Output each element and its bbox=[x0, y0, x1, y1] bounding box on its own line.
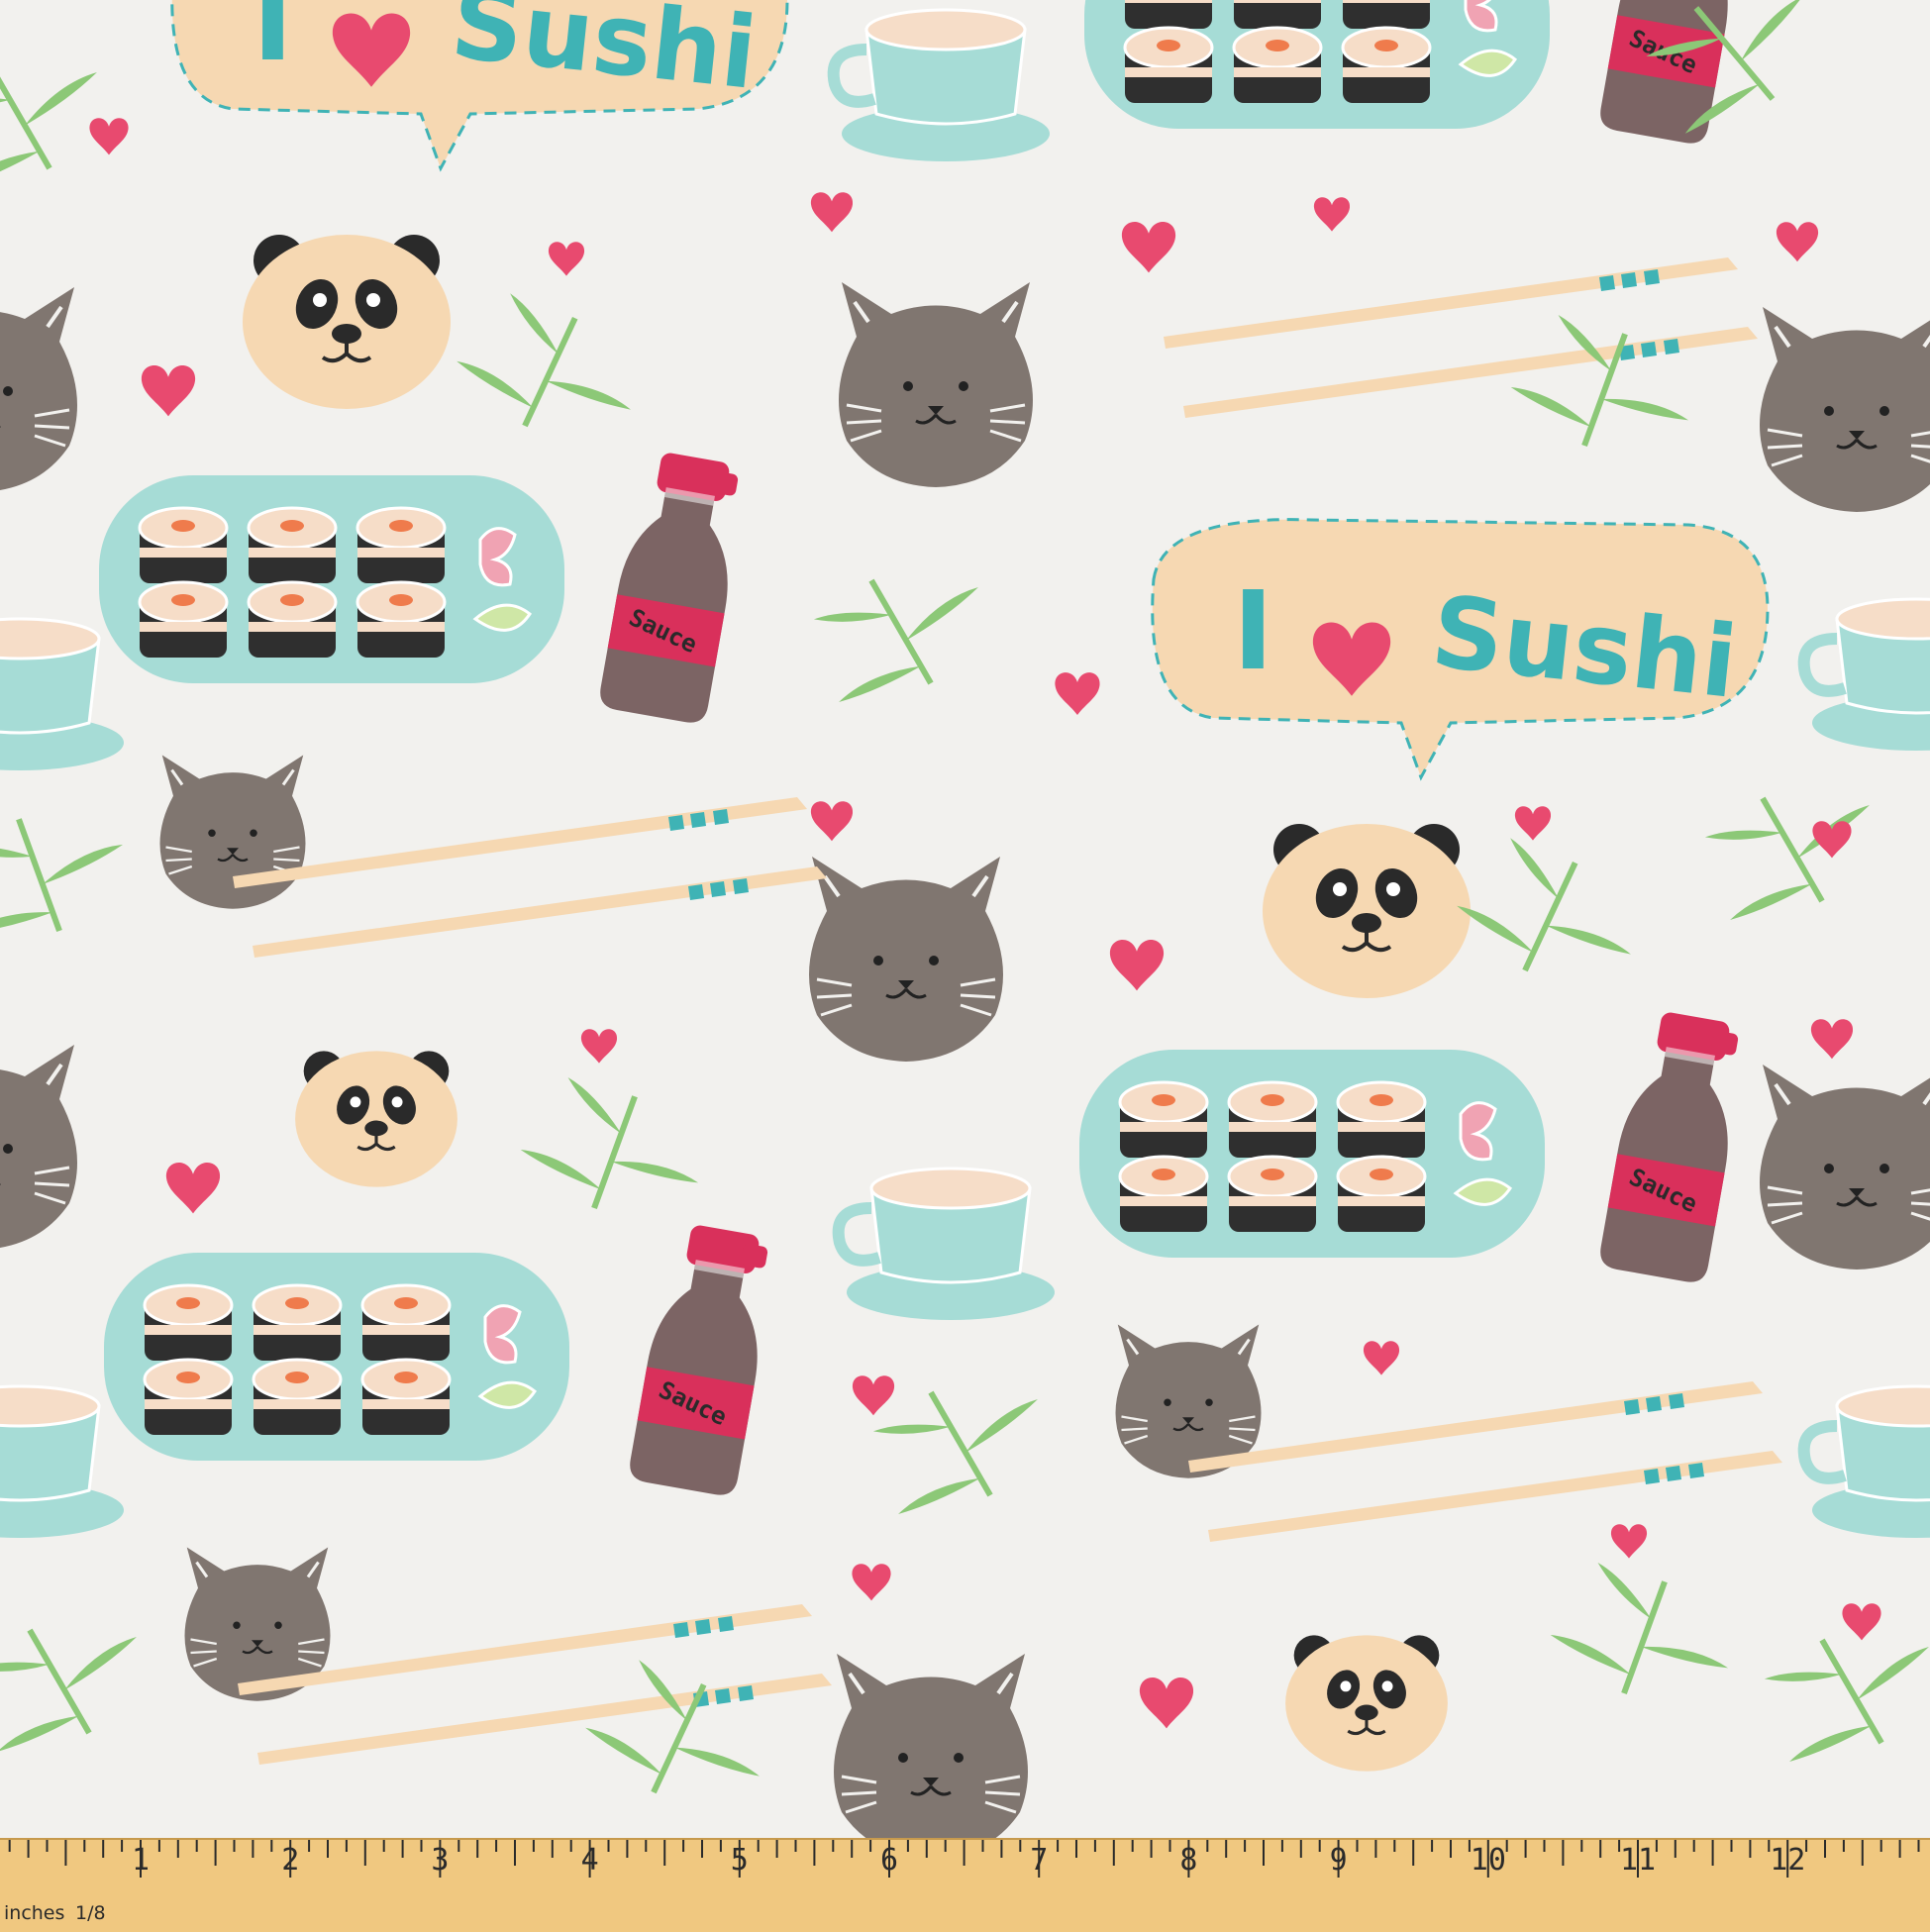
sushi-plate-icon bbox=[104, 1253, 569, 1461]
cat-face-icon bbox=[832, 1652, 1030, 1838]
heart-icon bbox=[1313, 197, 1351, 232]
bamboo-leaf-icon bbox=[1685, 754, 1899, 946]
tea-cup-icon bbox=[834, 10, 1050, 161]
ruler-number: 3 bbox=[431, 1843, 449, 1878]
ruler-number: 7 bbox=[1030, 1843, 1048, 1878]
ruler-number: 9 bbox=[1330, 1843, 1348, 1878]
tea-cup-icon bbox=[0, 619, 124, 770]
heart-icon bbox=[580, 1029, 618, 1064]
heart-icon bbox=[810, 801, 854, 842]
ruler-number: 12 bbox=[1770, 1843, 1805, 1878]
sauce-bottle-icon: Sauce bbox=[1597, 1007, 1751, 1285]
ruler-number: 2 bbox=[281, 1843, 299, 1878]
tea-cup-icon bbox=[0, 1386, 124, 1538]
heart-icon bbox=[1514, 806, 1552, 841]
ruler-unit-label: inches bbox=[4, 1902, 64, 1924]
heart-icon bbox=[1842, 1603, 1881, 1641]
bamboo-leaf-icon bbox=[1540, 1551, 1748, 1723]
bamboo-leaf-icon bbox=[510, 1066, 718, 1238]
ruler-number: 5 bbox=[731, 1843, 749, 1878]
cat-face-icon bbox=[1758, 305, 1930, 514]
bamboo-leaf-icon bbox=[1745, 1595, 1930, 1787]
sauce-bottle-icon: Sauce bbox=[597, 448, 751, 726]
tea-cup-icon bbox=[839, 1169, 1055, 1320]
bamboo-leaf-icon bbox=[1500, 303, 1708, 475]
ruler-fraction-label: 1/8 bbox=[75, 1902, 106, 1924]
chopsticks-icon bbox=[1188, 1381, 1782, 1542]
bamboo-leaf-icon bbox=[0, 21, 127, 213]
sauce-bottle-icon: Sauce bbox=[627, 1220, 780, 1498]
sushi-plate-icon bbox=[1079, 1050, 1545, 1258]
cat-face-icon bbox=[0, 1043, 79, 1252]
bamboo-leaf-icon bbox=[572, 1647, 784, 1830]
heart-icon bbox=[548, 242, 585, 276]
heart-icon bbox=[852, 1564, 891, 1601]
bamboo-leaf-icon bbox=[1444, 825, 1656, 1008]
bamboo-leaf-icon bbox=[0, 788, 144, 961]
sushi-plate-icon bbox=[99, 475, 564, 683]
panda-face-icon bbox=[1283, 1633, 1450, 1774]
panda-face-icon bbox=[1261, 822, 1473, 1000]
heart-icon bbox=[852, 1375, 895, 1416]
chopsticks-icon bbox=[1164, 257, 1758, 418]
cat-face-icon bbox=[807, 855, 1005, 1064]
heart-icon bbox=[1139, 1677, 1194, 1729]
speech-bubble-icon: Sushi bbox=[1153, 520, 1768, 777]
sauce-bottle-icon: Sauce bbox=[1597, 0, 1751, 147]
panda-face-icon bbox=[293, 1049, 459, 1189]
speech-bubble-icon: Sushi bbox=[172, 0, 787, 168]
ruler-number: 6 bbox=[880, 1843, 898, 1878]
cat-face-icon bbox=[837, 280, 1035, 489]
ruler-number: 4 bbox=[581, 1843, 599, 1878]
ruler-number: 11 bbox=[1620, 1843, 1656, 1878]
heart-icon bbox=[1363, 1341, 1400, 1375]
cat-face-icon bbox=[1758, 1063, 1930, 1271]
sushi-plate-icon bbox=[1084, 0, 1550, 129]
heart-icon bbox=[1810, 1019, 1854, 1060]
bamboo-leaf-icon bbox=[444, 280, 656, 463]
bamboo-leaf-icon bbox=[0, 1585, 166, 1778]
cat-face-icon bbox=[158, 754, 307, 911]
ruler-number: 8 bbox=[1179, 1843, 1197, 1878]
tea-cup-icon bbox=[1804, 599, 1930, 751]
heart-icon bbox=[1055, 672, 1100, 715]
heart-icon bbox=[1109, 939, 1165, 991]
heart-icon bbox=[1121, 221, 1176, 273]
heart-icon bbox=[1776, 222, 1819, 262]
heart-icon bbox=[810, 192, 854, 233]
heart-icon bbox=[141, 364, 196, 417]
heart-icon bbox=[1610, 1524, 1648, 1559]
tea-cup-icon bbox=[1804, 1386, 1930, 1538]
fabric-pattern: I Sushi Sushi Sauce Sauce Sauce bbox=[0, 0, 1930, 1838]
panda-face-icon bbox=[241, 233, 453, 411]
heart-icon bbox=[89, 118, 129, 155]
cat-face-icon bbox=[0, 285, 79, 494]
bamboo-leaf-icon bbox=[794, 536, 1008, 728]
measuring-ruler: inches 1/8 1234567891011121 bbox=[0, 1838, 1930, 1932]
ruler-scale: inches 1/8 1234567891011121 bbox=[4, 1840, 1930, 1924]
chopsticks-icon bbox=[233, 797, 827, 958]
ruler-number: 1 bbox=[132, 1843, 150, 1878]
ruler-number: 10 bbox=[1471, 1843, 1506, 1878]
heart-icon bbox=[165, 1162, 221, 1214]
